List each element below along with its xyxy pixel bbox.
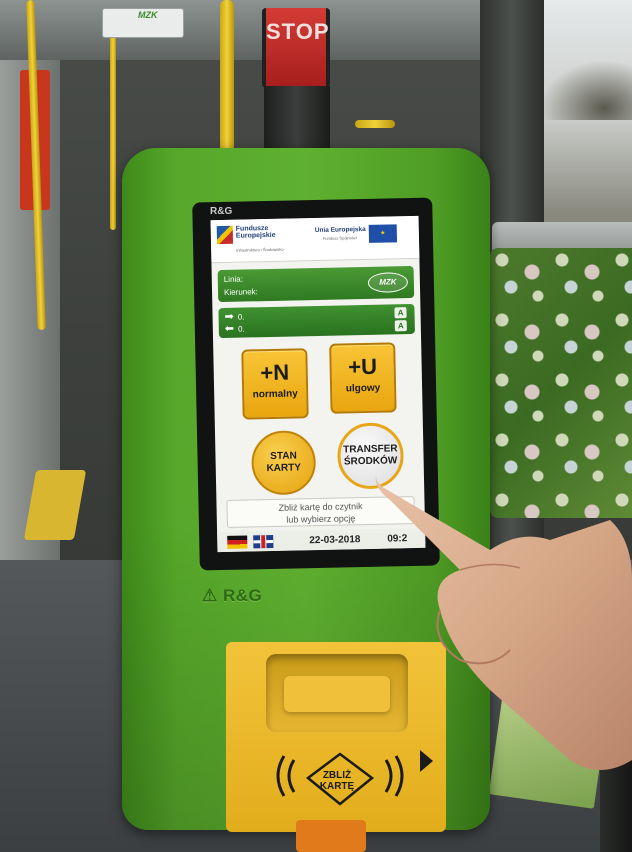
card-status-line1: STAN <box>270 450 297 463</box>
device-brand-text: R&G <box>222 586 263 605</box>
card-status-line2: KARTY <box>266 462 302 475</box>
yellow-pole <box>110 30 116 230</box>
direction-label: Kierunek: <box>223 287 258 297</box>
right-arrow-icon: ➡ <box>224 310 234 323</box>
zone-badge: A <box>394 307 407 319</box>
yellow-pole <box>220 0 234 160</box>
transfer-line1: TRANSFER <box>343 443 398 456</box>
orange-tab <box>296 820 366 852</box>
eu-funding-banner: Fundusze Europejskie Infrastruktura i Śr… <box>210 215 420 264</box>
tap-card-line1: ZBLIŻ <box>322 770 352 781</box>
window-trees <box>540 60 632 120</box>
reduced-ticket-button[interactable]: +U ulgowy <box>329 342 397 414</box>
direction-row: ⬅ 0. <box>224 322 245 335</box>
fe-subtitle: Infrastruktura i Środowisko <box>236 246 284 253</box>
bezel-brand: R&G <box>210 206 233 217</box>
normal-ticket-symbol: +N <box>260 359 290 386</box>
reduced-ticket-symbol: +U <box>348 353 378 380</box>
stop-button[interactable]: STOP <box>266 8 329 86</box>
eu-subtitle: Fundusz Spójności <box>322 235 357 241</box>
message-line1: Zbliż kartę do czytnik <box>278 501 363 513</box>
fe-title: Fundusze Europejskie <box>236 225 276 240</box>
eu-flag-icon: ★ <box>368 224 398 243</box>
line-label: Linia: <box>223 274 244 284</box>
yellow-handrail <box>355 120 395 128</box>
left-arrow-icon: ⬅ <box>224 322 235 335</box>
date: 22-03-2018 <box>309 534 361 547</box>
zone-badge: A <box>394 320 407 332</box>
card-status-label: STAN KARTY <box>266 450 301 475</box>
zone-bar: ➡ 0. ⬅ 0. A A <box>218 303 415 339</box>
stop-pole <box>264 86 330 150</box>
direction-value: 0. <box>237 324 245 334</box>
normal-ticket-label: normalny <box>252 388 298 401</box>
fundusze-europejskie-logo-icon <box>216 225 234 245</box>
reduced-ticket-label: ulgowy <box>345 382 381 395</box>
direction-value: 0. <box>237 312 245 322</box>
normal-ticket-button[interactable]: +N normalny <box>241 348 309 420</box>
route-info-bar: Linia: Kierunek: MZK <box>217 265 415 303</box>
overhead-logo: MZK <box>138 10 158 20</box>
device-brand: ⚠ R&G <box>202 586 263 605</box>
mzk-logo: MZK <box>367 272 409 293</box>
message-line2: lub wybierz opcję <box>286 513 356 525</box>
tap-card-label: ZBLIŻ KARTĘ <box>307 770 367 792</box>
tap-card-line2: KARTĘ <box>319 781 355 792</box>
fe-title-line2: Europejskie <box>235 231 276 240</box>
card-status-button[interactable]: STAN KARTY <box>250 430 317 496</box>
pointing-hand <box>375 470 632 770</box>
uk-flag-icon[interactable] <box>253 534 274 549</box>
eu-title: Unia Europejska <box>314 225 366 235</box>
german-flag-icon[interactable] <box>227 535 248 549</box>
direction-row: ➡ 0. <box>224 310 245 323</box>
